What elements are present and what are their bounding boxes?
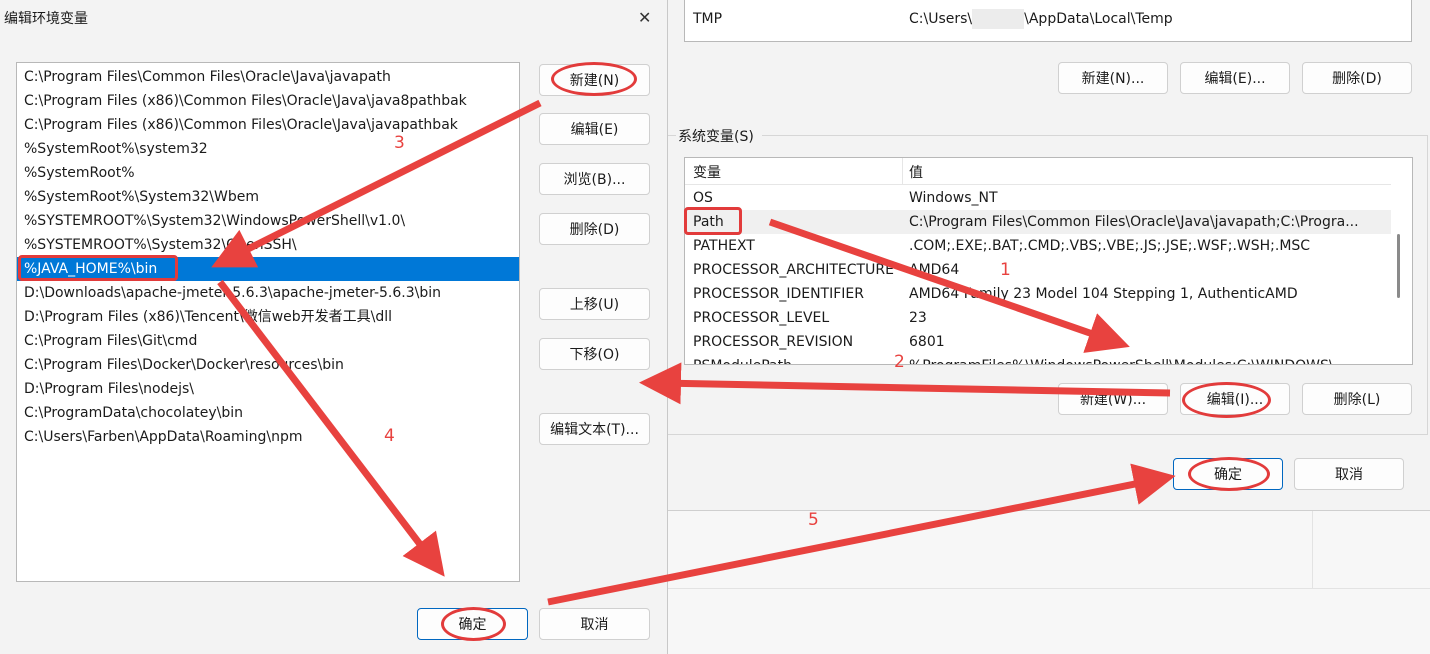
background-window-lower-area <box>668 510 1430 654</box>
table-row[interactable]: PSModulePath %ProgramFiles%\WindowsPowerS… <box>685 354 1391 364</box>
variable-value: 6801 <box>909 334 945 350</box>
environment-variables-dialog: TMP C:\Users\ \AppData\Local\Temp 新建(N)..… <box>668 0 1430 511</box>
dialog-title: 编辑环境变量 <box>4 11 88 27</box>
variable-name: PROCESSOR_ARCHITECTURE <box>693 262 894 278</box>
path-list-item[interactable]: %SystemRoot%\system32 <box>17 137 519 161</box>
step-number-3: 3 <box>394 133 405 153</box>
system-delete-button[interactable]: 删除(L) <box>1302 383 1412 415</box>
table-row[interactable]: TMP C:\Users\ \AppData\Local\Temp <box>685 7 1411 31</box>
user-new-button[interactable]: 新建(N)... <box>1058 62 1168 94</box>
move-down-button[interactable]: 下移(O) <box>539 338 650 370</box>
path-list-item[interactable]: %SystemRoot%\System32\Wbem <box>17 185 519 209</box>
variable-name: PATHEXT <box>693 238 755 254</box>
variable-name: PROCESSOR_REVISION <box>693 334 854 350</box>
annotation-circle-new <box>551 62 637 96</box>
path-list-item[interactable]: C:\Program Files (x86)\Common Files\Orac… <box>17 89 519 113</box>
step-number-1: 1 <box>1000 260 1011 280</box>
path-list-item[interactable]: C:\Program Files\Common Files\Oracle\Jav… <box>17 65 519 89</box>
step-number-4: 4 <box>384 426 395 446</box>
path-list-item[interactable]: C:\Program Files\Git\cmd <box>17 329 519 353</box>
variable-value: AMD64 Family 23 Model 104 Stepping 1, Au… <box>909 286 1298 302</box>
edit-button[interactable]: 编辑(E) <box>539 113 650 145</box>
annotation-circle-ok <box>441 607 506 641</box>
variable-name: PSModulePath <box>693 354 792 364</box>
browse-button[interactable]: 浏览(B)... <box>539 163 650 195</box>
variable-value: C:\Users\ \AppData\Local\Temp <box>909 9 1173 29</box>
user-edit-button[interactable]: 编辑(E)... <box>1180 62 1290 94</box>
table-row[interactable]: OS Windows_NT <box>685 186 1391 210</box>
path-list-item[interactable]: %SYSTEMROOT%\System32\WindowsPowerShell\… <box>17 209 519 233</box>
variable-value: Windows_NT <box>909 190 998 206</box>
path-entries-list[interactable]: C:\Program Files\Common Files\Oracle\Jav… <box>16 62 520 582</box>
variable-value: %ProgramFiles%\WindowsPowerShell\Modules… <box>909 354 1347 364</box>
path-list-item[interactable]: %SystemRoot% <box>17 161 519 185</box>
table-row[interactable]: Path C:\Program Files\Common Files\Oracle… <box>685 210 1391 234</box>
annotation-box-java-home <box>18 255 178 281</box>
path-list-item[interactable]: C:\Program Files\Docker\Docker\resources… <box>17 353 519 377</box>
path-list-item[interactable]: D:\Program Files\nodejs\ <box>17 377 519 401</box>
user-delete-button[interactable]: 删除(D) <box>1302 62 1412 94</box>
edit-environment-variable-dialog: 编辑环境变量 ✕ C:\Program Files\Common Files\O… <box>0 0 668 654</box>
variable-value: .COM;.EXE;.BAT;.CMD;.VBS;.VBE;.JS;.JSE;.… <box>909 238 1311 254</box>
divider <box>668 588 1430 589</box>
path-list-item[interactable]: C:\Program Files (x86)\Common Files\Orac… <box>17 113 519 137</box>
column-headers: 变量 值 <box>685 158 1391 185</box>
column-header-name[interactable]: 变量 <box>693 162 721 182</box>
column-divider <box>902 158 903 184</box>
path-list-item[interactable]: D:\Downloads\apache-jmeter-5.6.3\apache-… <box>17 281 519 305</box>
variable-name: PROCESSOR_IDENTIFIER <box>693 286 864 302</box>
scrollbar[interactable] <box>1397 234 1400 298</box>
path-list-item[interactable]: D:\Program Files (x86)\Tencent\微信web开发者工… <box>17 305 519 329</box>
annotation-box-path <box>684 207 742 235</box>
table-row[interactable]: PROCESSOR_REVISION 6801 <box>685 330 1391 354</box>
variable-value: C:\Program Files\Common Files\Oracle\Jav… <box>909 214 1359 230</box>
variable-value: AMD64 <box>909 262 960 278</box>
table-row[interactable]: PROCESSOR_ARCHITECTURE AMD64 <box>685 258 1391 282</box>
step-number-2: 2 <box>894 352 905 372</box>
system-new-button[interactable]: 新建(W)... <box>1058 383 1168 415</box>
variable-name: PROCESSOR_LEVEL <box>693 310 830 326</box>
table-row[interactable]: PATHEXT .COM;.EXE;.BAT;.CMD;.VBS;.VBE;.JS… <box>685 234 1391 258</box>
cancel-button[interactable]: 取消 <box>539 608 650 640</box>
redacted-username <box>972 9 1025 29</box>
table-row[interactable]: PROCESSOR_IDENTIFIER AMD64 Family 23 Mode… <box>685 282 1391 306</box>
env-cancel-button[interactable]: 取消 <box>1294 458 1404 490</box>
variable-value: 23 <box>909 310 927 326</box>
divider <box>1312 510 1313 588</box>
system-variables-list[interactable]: 变量 值 OS Windows_NT Path C:\Program Files\Co… <box>684 157 1413 365</box>
delete-button[interactable]: 删除(D) <box>539 213 650 245</box>
user-variables-list[interactable]: TMP C:\Users\ \AppData\Local\Temp <box>684 0 1412 42</box>
edit-text-button[interactable]: 编辑文本(T)... <box>539 413 650 445</box>
close-icon[interactable]: ✕ <box>638 8 651 27</box>
path-list-item[interactable]: C:\Users\Farben\AppData\Roaming\npm <box>17 425 519 449</box>
column-header-value[interactable]: 值 <box>909 162 923 182</box>
move-up-button[interactable]: 上移(U) <box>539 288 650 320</box>
annotation-circle-system-edit <box>1182 382 1271 418</box>
path-list-item[interactable]: %SYSTEMROOT%\System32\OpenSSH\ <box>17 233 519 257</box>
table-row[interactable]: PROCESSOR_LEVEL 23 <box>685 306 1391 330</box>
variable-name: TMP <box>693 11 723 27</box>
step-number-5: 5 <box>808 510 819 530</box>
path-list-item[interactable]: C:\ProgramData\chocolatey\bin <box>17 401 519 425</box>
annotation-circle-env-ok <box>1188 457 1270 491</box>
